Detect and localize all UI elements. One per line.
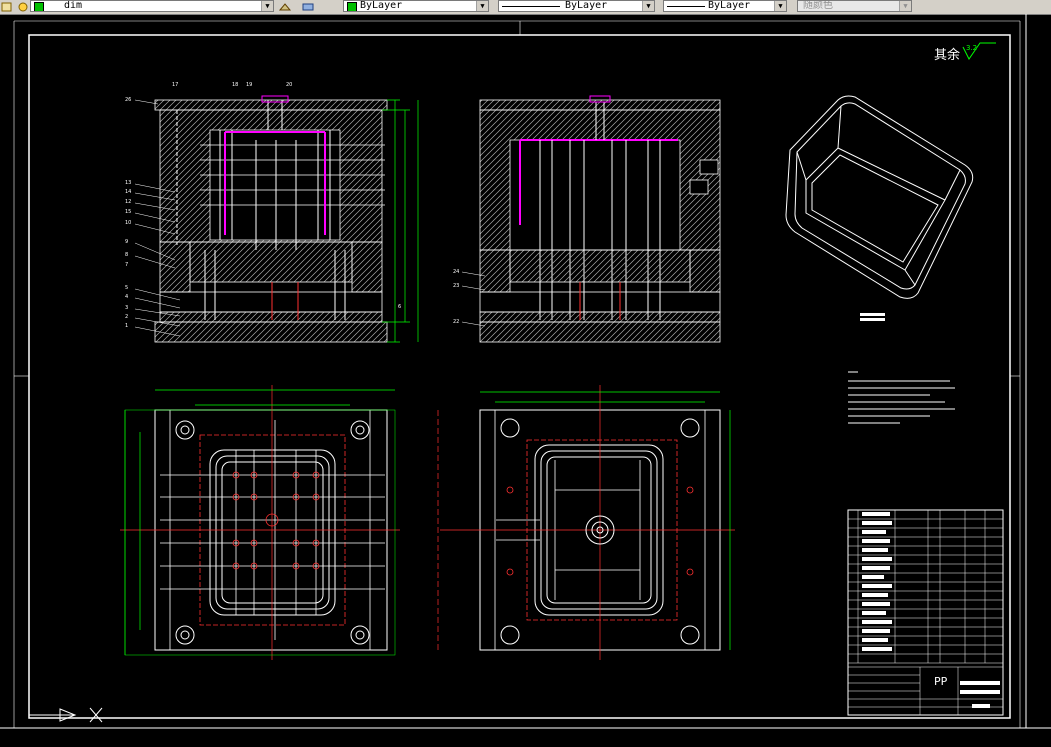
chevron-down-icon: ▼ xyxy=(899,1,911,11)
part-material-mark xyxy=(860,313,885,321)
chevron-down-icon[interactable]: ▼ xyxy=(476,1,488,11)
part-isometric xyxy=(785,95,974,299)
chevron-down-icon[interactable]: ▼ xyxy=(261,1,273,11)
layer-state-icon[interactable] xyxy=(16,0,30,12)
svg-text:23: 23 xyxy=(453,283,459,289)
svg-text:14: 14 xyxy=(125,189,131,195)
svg-text:9: 9 xyxy=(125,239,128,245)
plotstyle-dropdown[interactable]: 随颜色 ▼ xyxy=(797,0,912,12)
svg-text:5: 5 xyxy=(125,285,128,291)
technical-notes xyxy=(848,371,955,424)
lineweight-sample xyxy=(667,6,705,7)
svg-text:13: 13 xyxy=(125,180,131,186)
linetype-sample xyxy=(502,6,560,7)
svg-text:17: 17 xyxy=(172,82,178,88)
svg-text:2: 2 xyxy=(125,314,128,320)
svg-text:1: 1 xyxy=(125,323,128,329)
drawing-canvas[interactable]: 其余 3.2 26 17 18 19 20 13 14 12 15 10 9 8 7 5 4 3 2 xyxy=(0,14,1051,742)
linetype-dropdown[interactable]: ByLayer ▼ xyxy=(498,0,655,12)
color-value: ByLayer xyxy=(360,0,403,11)
roughness-value: 3.2 xyxy=(966,44,977,52)
svg-text:15: 15 xyxy=(125,209,131,215)
svg-text:19: 19 xyxy=(246,82,252,88)
ucs-icon xyxy=(29,707,103,723)
svg-text:12: 12 xyxy=(125,199,131,205)
part-material: PP xyxy=(934,675,948,688)
title-block: PP xyxy=(847,509,1004,716)
roughness-label: 其余 xyxy=(934,47,960,63)
section-view-left: 26 17 18 19 20 13 14 12 15 10 9 8 7 5 4 3 2 1 6 xyxy=(125,82,419,343)
chevron-down-icon[interactable]: ▼ xyxy=(774,1,786,11)
lineweight-value: ByLayer xyxy=(708,0,751,11)
layer-previous-icon[interactable] xyxy=(301,0,315,12)
svg-text:24: 24 xyxy=(453,269,459,275)
properties-toolbar: dim ▼ ByLayer ▼ ByLayer ▼ ByLayer ▼ 随颜色 … xyxy=(0,0,1051,15)
layer-color-swatch xyxy=(34,2,44,11)
svg-text:7: 7 xyxy=(125,262,128,268)
layer-dropdown[interactable]: dim ▼ xyxy=(30,0,274,12)
svg-text:18: 18 xyxy=(232,82,238,88)
color-swatch xyxy=(347,2,357,11)
plan-view-left xyxy=(120,385,400,660)
svg-text:8: 8 xyxy=(125,252,128,258)
svg-text:3: 3 xyxy=(125,305,128,311)
svg-text:4: 4 xyxy=(125,294,128,300)
svg-text:6: 6 xyxy=(398,304,401,310)
svg-text:10: 10 xyxy=(125,220,131,226)
section-view-right: 24 23 22 xyxy=(453,95,721,343)
svg-text:26: 26 xyxy=(125,97,131,103)
make-current-layer-icon[interactable] xyxy=(278,0,292,12)
roughness-note: 其余 3.2 xyxy=(934,42,996,63)
plan-view-right xyxy=(437,385,735,660)
layer-value: dim xyxy=(64,0,83,11)
plotstyle-value: 随颜色 xyxy=(803,0,833,11)
svg-text:20: 20 xyxy=(286,82,292,88)
layer-manager-icon[interactable] xyxy=(0,0,14,12)
svg-text:22: 22 xyxy=(453,319,459,325)
linetype-value: ByLayer xyxy=(565,0,608,11)
chevron-down-icon[interactable]: ▼ xyxy=(642,1,654,11)
color-dropdown[interactable]: ByLayer ▼ xyxy=(343,0,489,12)
lineweight-dropdown[interactable]: ByLayer ▼ xyxy=(663,0,787,12)
